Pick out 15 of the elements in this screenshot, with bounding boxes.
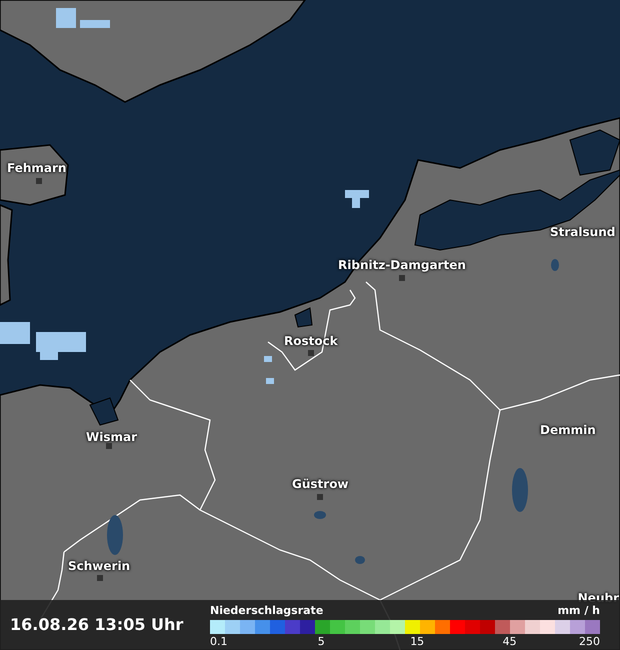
place-label: Schwerin bbox=[68, 560, 130, 572]
place-label: Demmin bbox=[540, 424, 596, 436]
legend-title: Niederschlagsrate bbox=[210, 604, 324, 616]
scale-label: 5 bbox=[318, 636, 325, 646]
unit-label: mm / h bbox=[558, 604, 600, 616]
timestamp: 16.08.26 13:05 Uhr bbox=[10, 614, 184, 636]
scale-label: 45 bbox=[502, 636, 517, 646]
place-label: Neubr bbox=[578, 592, 619, 604]
scale-label: 15 bbox=[410, 636, 424, 646]
place-label: Stralsund bbox=[550, 226, 616, 238]
place-label: Güstrow bbox=[292, 478, 349, 490]
place-label: Wismar bbox=[86, 431, 138, 443]
scale-label: 250 bbox=[579, 636, 600, 646]
place-label: Fehmarn bbox=[7, 162, 66, 174]
scale-label: 0.1 bbox=[210, 636, 228, 646]
